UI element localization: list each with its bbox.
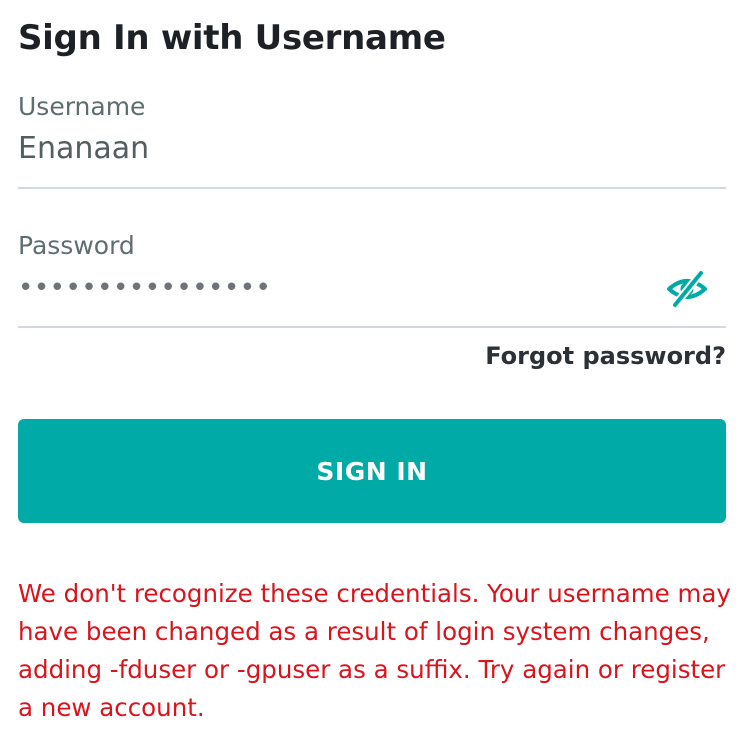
forgot-password-link[interactable]: Forgot password?: [485, 342, 726, 370]
password-field[interactable]: Password ••••••••••••••••: [18, 231, 726, 328]
username-input[interactable]: [18, 128, 638, 168]
password-input[interactable]: ••••••••••••••••: [18, 275, 271, 301]
page-title: Sign In with Username: [18, 18, 446, 58]
password-label: Password: [18, 231, 135, 260]
sign-in-button[interactable]: SIGN IN: [18, 419, 726, 523]
error-message: We don't recognize these credentials. Yo…: [18, 579, 731, 722]
username-label: Username: [18, 92, 146, 121]
username-field[interactable]: Username: [18, 92, 726, 189]
eye-slash-icon[interactable]: [666, 269, 708, 309]
